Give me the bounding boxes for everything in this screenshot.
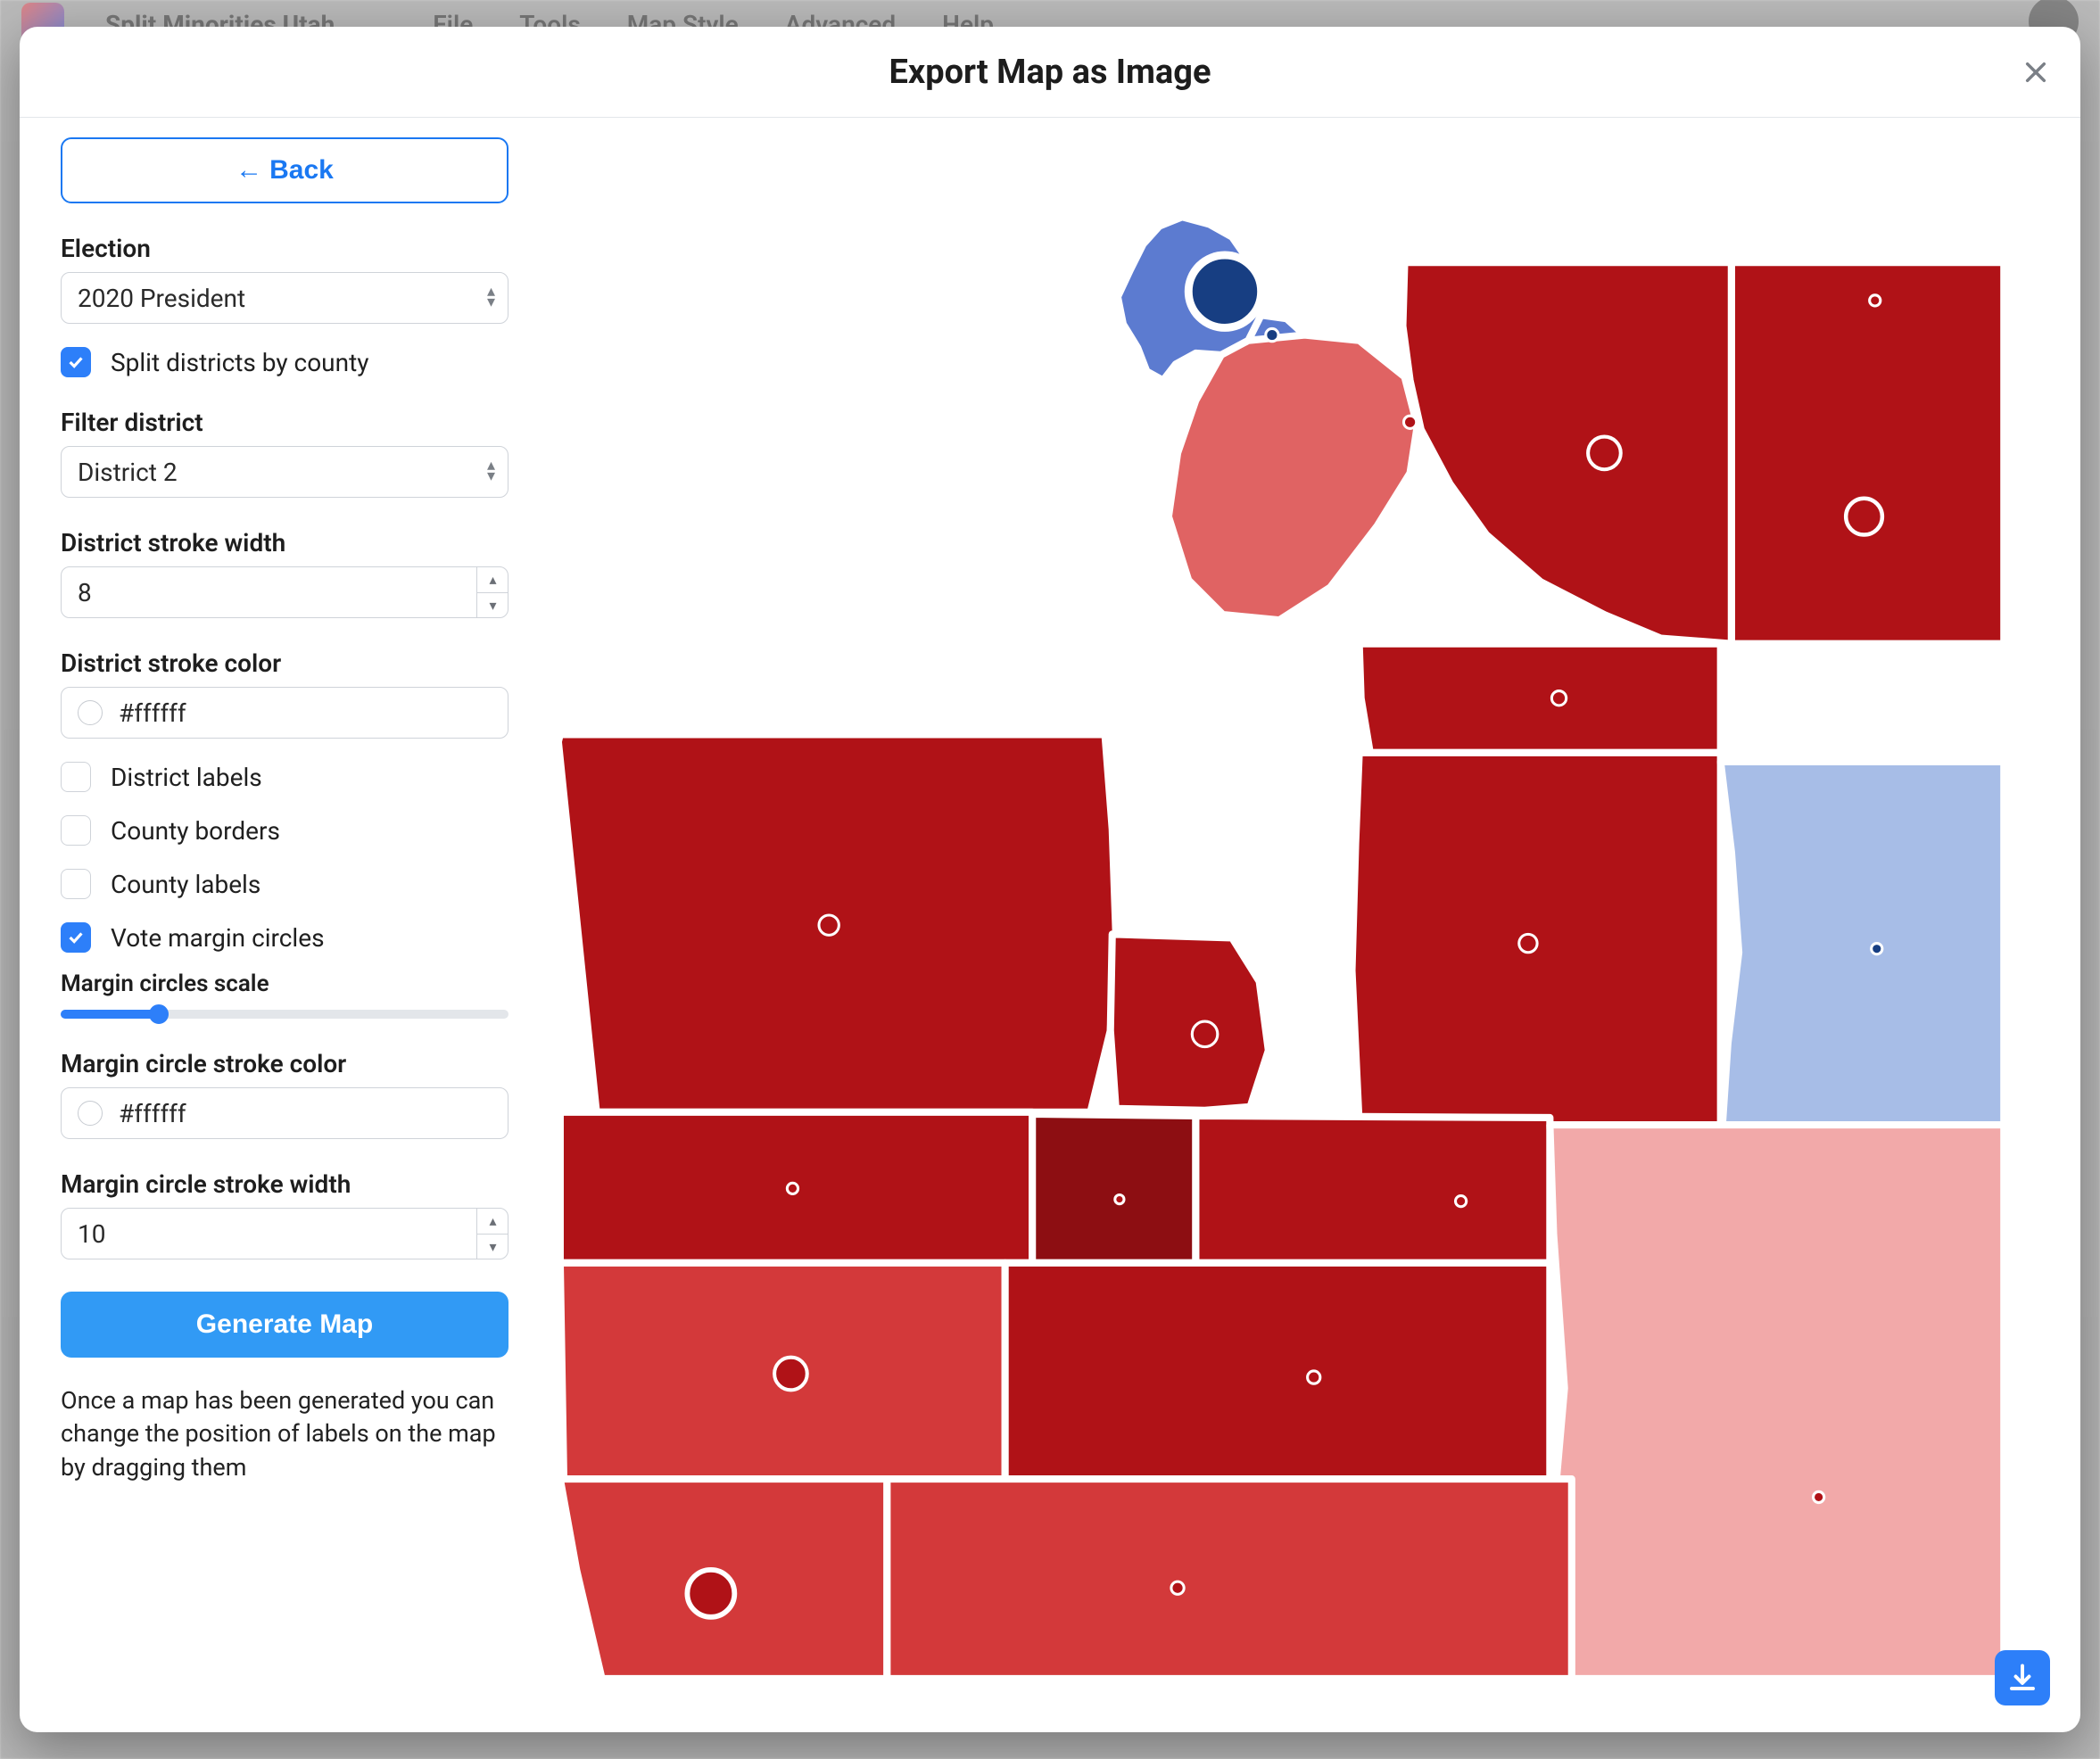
- back-button[interactable]: ← Back: [61, 137, 508, 203]
- check-icon: [66, 352, 86, 372]
- margin-circle-7[interactable]: [819, 915, 839, 935]
- county-labels-checkbox[interactable]: [61, 869, 91, 899]
- field-margin-stroke-width: Margin circle stroke width 10 ▴ ▾: [61, 1169, 492, 1259]
- margin-circle-8[interactable]: [1192, 1021, 1218, 1047]
- field-filter-district: Filter district District 2 ▴▾: [61, 408, 492, 498]
- split-by-county-label: Split districts by county: [111, 348, 369, 377]
- export-sidebar: ← Back Election 2020 President ▴▾ Split …: [20, 118, 519, 1732]
- region-ne-top-right[interactable]: [1732, 262, 2004, 644]
- region-center-darker[interactable]: [1032, 1114, 1195, 1263]
- county-borders-checkbox[interactable]: [61, 815, 91, 846]
- margin-circle-13[interactable]: [1456, 1196, 1467, 1207]
- color-swatch-icon: [78, 1101, 103, 1126]
- region-east-blue-strip[interactable]: [1721, 762, 2005, 1125]
- margin-stroke-color-value: #ffffff: [119, 1099, 186, 1128]
- filter-district-label: Filter district: [61, 408, 492, 437]
- back-label: Back: [269, 155, 334, 186]
- arrow-left-icon: ←: [236, 155, 262, 186]
- margin-circle-15[interactable]: [1308, 1371, 1320, 1383]
- county-labels-label: County labels: [111, 870, 260, 899]
- stroke-width-spinner[interactable]: ▴ ▾: [476, 566, 508, 618]
- download-icon: [2006, 1662, 2038, 1694]
- district-labels-label: District labels: [111, 763, 262, 792]
- margin-circle-0[interactable]: [1188, 255, 1261, 327]
- stroke-color-value: #ffffff: [119, 698, 186, 728]
- slider-thumb[interactable]: [149, 1004, 169, 1024]
- generate-map-button[interactable]: Generate Map: [61, 1292, 508, 1358]
- margin-circle-14[interactable]: [774, 1358, 807, 1391]
- margin-circle-17[interactable]: [1171, 1581, 1184, 1594]
- margin-circle-18[interactable]: [1814, 1491, 1824, 1502]
- filter-district-value: District 2: [78, 458, 178, 487]
- stroke-width-value: 8: [78, 578, 92, 607]
- region-south-central[interactable]: [1005, 1263, 1550, 1479]
- field-stroke-color: District stroke color #ffffff: [61, 648, 492, 739]
- margin-circle-2[interactable]: [1403, 416, 1416, 428]
- chevron-up-icon[interactable]: ▴: [477, 566, 508, 593]
- map-preview[interactable]: [519, 118, 2080, 1732]
- margin-circle-6[interactable]: [1551, 691, 1566, 706]
- map-svg[interactable]: [528, 153, 2027, 1679]
- margin-stroke-width-spinner[interactable]: ▴ ▾: [476, 1208, 508, 1259]
- margin-stroke-color-input[interactable]: #ffffff: [61, 1087, 508, 1139]
- region-s-bottom[interactable]: [887, 1479, 1571, 1679]
- margin-circle-10[interactable]: [1872, 944, 1882, 954]
- stroke-width-label: District stroke width: [61, 528, 492, 557]
- election-value: 2020 President: [78, 284, 245, 313]
- margin-circle-16[interactable]: [687, 1570, 734, 1617]
- split-by-county-checkbox[interactable]: [61, 347, 91, 377]
- chevron-up-icon[interactable]: ▴: [477, 1208, 508, 1235]
- region-center-mid-row[interactable]: [1195, 1116, 1550, 1263]
- margin-stroke-width-value: 10: [78, 1219, 105, 1249]
- margin-circle-3[interactable]: [1588, 437, 1621, 470]
- election-label: Election: [61, 234, 492, 263]
- margin-circle-11[interactable]: [787, 1183, 798, 1193]
- margin-circle-12[interactable]: [1115, 1194, 1124, 1203]
- district-labels-checkbox[interactable]: [61, 762, 91, 792]
- chevron-down-icon[interactable]: ▾: [477, 593, 508, 619]
- region-mid-strip[interactable]: [1360, 644, 1721, 753]
- margin-scale-label: Margin circles scale: [61, 970, 492, 997]
- color-swatch-icon: [78, 700, 103, 725]
- chevron-updown-icon: ▴▾: [487, 287, 495, 309]
- stroke-color-input[interactable]: #ffffff: [61, 687, 508, 739]
- hint-text: Once a map has been generated you can ch…: [61, 1384, 508, 1484]
- modal-header: Export Map as Image: [20, 27, 2080, 118]
- export-modal: Export Map as Image ← Back Election 2020…: [20, 27, 2080, 1732]
- region-east-pale[interactable]: [1550, 1125, 2004, 1679]
- margin-scale-slider[interactable]: [61, 1010, 508, 1019]
- margin-stroke-width-input[interactable]: 10: [61, 1208, 508, 1259]
- close-icon: [2021, 58, 2050, 87]
- check-icon: [66, 928, 86, 947]
- margin-circles-label: Vote margin circles: [111, 923, 325, 953]
- field-stroke-width: District stroke width 8 ▴ ▾: [61, 528, 492, 618]
- field-margin-stroke-color: Margin circle stroke color #ffffff: [61, 1049, 492, 1139]
- chevron-down-icon[interactable]: ▾: [477, 1235, 508, 1260]
- region-center-upper[interactable]: [1111, 934, 1269, 1110]
- margin-stroke-width-label: Margin circle stroke width: [61, 1169, 492, 1199]
- close-button[interactable]: [2018, 54, 2054, 90]
- chevron-updown-icon: ▴▾: [487, 461, 495, 483]
- region-n-redlight[interactable]: [1169, 335, 1418, 621]
- stroke-color-label: District stroke color: [61, 648, 492, 678]
- margin-circle-1[interactable]: [1266, 328, 1278, 341]
- slider-fill: [61, 1010, 159, 1019]
- region-ne-top-left[interactable]: [1402, 262, 1731, 644]
- county-borders-label: County borders: [111, 816, 280, 846]
- election-select[interactable]: 2020 President ▴▾: [61, 272, 508, 324]
- filter-district-select[interactable]: District 2 ▴▾: [61, 446, 508, 498]
- map-regions: [558, 217, 2004, 1679]
- margin-circle-9[interactable]: [1519, 934, 1537, 952]
- stroke-width-input[interactable]: 8: [61, 566, 508, 618]
- modal-title: Export Map as Image: [889, 53, 1211, 92]
- margin-circles-checkbox[interactable]: [61, 922, 91, 953]
- download-button[interactable]: [1995, 1650, 2050, 1705]
- margin-circle-4[interactable]: [1846, 499, 1882, 535]
- margin-circle-5[interactable]: [1870, 295, 1881, 306]
- margin-stroke-color-label: Margin circle stroke color: [61, 1049, 492, 1078]
- field-election: Election 2020 President ▴▾: [61, 234, 492, 324]
